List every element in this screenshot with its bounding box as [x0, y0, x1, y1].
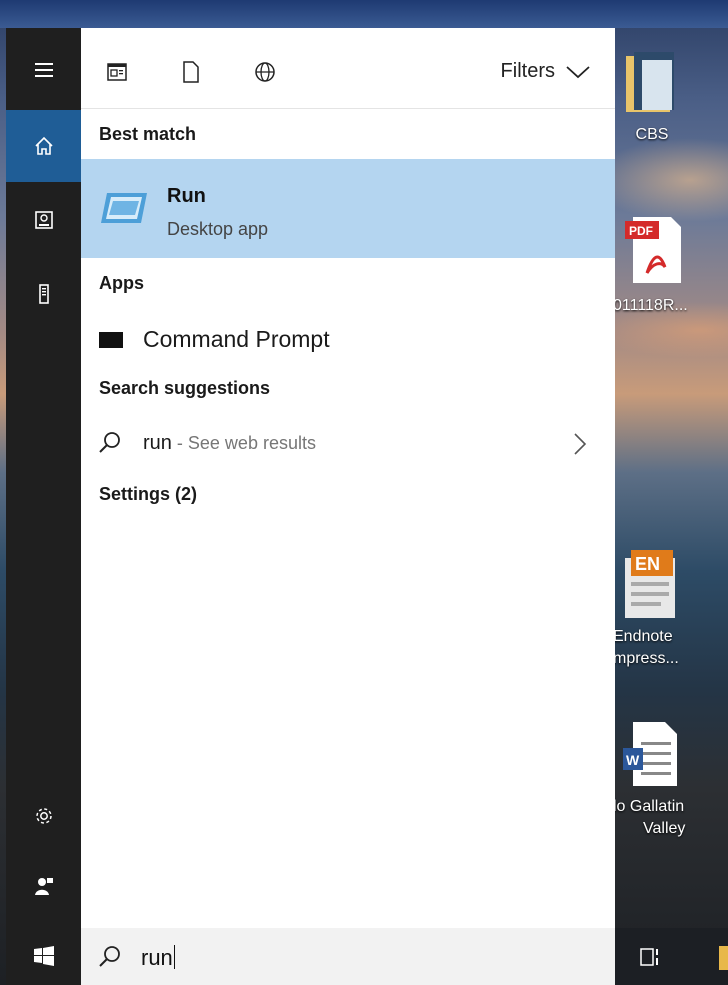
tower-icon	[38, 284, 49, 304]
chevron-right-icon	[574, 433, 587, 455]
web-search-suggestion[interactable]: run - See web results	[81, 418, 615, 468]
best-match-heading: Best match	[99, 124, 197, 144]
notebook-button[interactable]	[6, 184, 81, 256]
gear-icon	[35, 808, 52, 824]
apps-heading: Apps	[99, 273, 144, 293]
pdf-file-icon: PDF	[625, 217, 681, 283]
best-match-result-run[interactable]: Run Desktop app	[81, 159, 615, 258]
devices-button[interactable]	[6, 258, 81, 330]
chevron-down-icon	[566, 65, 590, 78]
app-result-command-prompt[interactable]: Command Prompt	[81, 312, 615, 362]
search-icon	[99, 432, 120, 453]
app-result-label: Command Prompt	[143, 326, 330, 352]
svg-text:W: W	[626, 752, 640, 768]
suggestion-hint: - See web results	[171, 433, 316, 453]
apps-filter-icon[interactable]	[105, 60, 129, 84]
settings-heading[interactable]: Settings (2)	[99, 484, 197, 505]
text-caret	[173, 945, 175, 969]
feedback-button[interactable]	[6, 850, 81, 922]
desktop-icon-label-line2: mpress...	[613, 650, 679, 667]
best-match-subtitle: Desktop app	[167, 219, 269, 239]
document-filter-icon[interactable]	[179, 60, 203, 84]
folder-icon	[626, 52, 674, 112]
settings-button[interactable]	[6, 780, 81, 852]
desktop-icon-cbs[interactable]: CBS	[620, 50, 728, 150]
best-match-title: Run	[167, 185, 206, 207]
windows-icon	[34, 946, 54, 966]
desktop-icon-word-doc[interactable]: W lo Gallatin Valley	[613, 720, 728, 850]
svg-text:EN: EN	[635, 554, 660, 574]
start-button[interactable]	[6, 928, 81, 985]
globe-icon[interactable]	[253, 60, 277, 84]
endnote-icon: EN	[625, 550, 675, 618]
word-document-icon: W	[623, 722, 677, 786]
search-input-value[interactable]: run	[141, 945, 175, 971]
desktop-icon-label-line1: lo Gallatin	[613, 798, 685, 815]
suggestion-query: run	[143, 432, 172, 454]
task-view-icon[interactable]	[639, 946, 661, 968]
desktop-icon-endnote[interactable]: EN Endnote mpress...	[613, 548, 728, 688]
hamburger-icon	[34, 63, 53, 77]
search-panel-topbar: Filters	[81, 28, 615, 109]
taskbar-search-box[interactable]: run	[81, 928, 615, 985]
start-nav-rail	[6, 28, 81, 928]
desktop-icon-pdf[interactable]: PDF 011118R...	[613, 215, 728, 325]
taskbar-tray	[615, 928, 728, 985]
desktop-icon-label: CBS	[635, 126, 669, 143]
filters-label: Filters	[500, 60, 555, 82]
run-app-icon	[101, 193, 147, 223]
desktop-icon-label: Endnote mpress...	[613, 626, 723, 670]
home-icon	[34, 136, 53, 155]
search-results-panel: Filters Best match Run Desktop app Apps …	[81, 28, 615, 928]
command-prompt-icon	[99, 332, 123, 348]
desktop-top-strip	[0, 0, 728, 28]
svg-text:PDF: PDF	[629, 224, 653, 238]
filters-dropdown[interactable]: Filters	[501, 60, 591, 83]
desktop-icon-label-line2: Valley	[643, 820, 686, 837]
suggestion-text: run - See web results	[143, 432, 316, 455]
desktop-icon-label: lo Gallatin Valley	[613, 796, 726, 840]
home-button[interactable]	[6, 110, 81, 182]
search-icon	[99, 946, 120, 967]
expand-menu-button[interactable]	[6, 34, 81, 106]
desktop-icon-label: 011118R...	[613, 297, 688, 314]
device-icon	[34, 211, 53, 229]
file-explorer-icon[interactable]	[719, 946, 728, 970]
search-query-text: run	[141, 945, 173, 970]
user-icon	[34, 878, 53, 895]
search-suggestions-heading: Search suggestions	[99, 378, 271, 398]
desktop-icon-label-line1: Endnote	[613, 628, 673, 645]
